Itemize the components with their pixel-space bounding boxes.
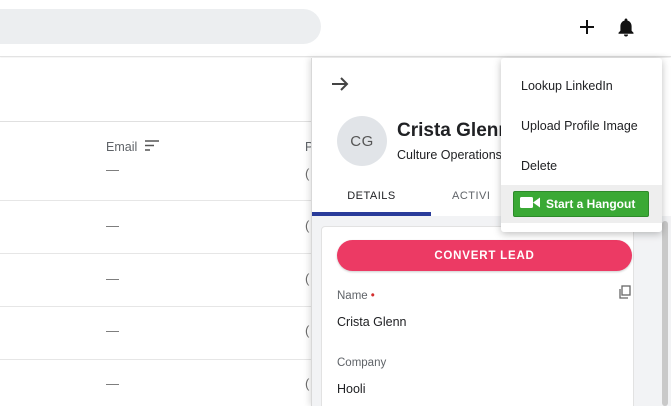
lead-name: Crista Glenn	[397, 120, 510, 141]
name-field-value[interactable]: Crista Glenn	[337, 315, 406, 329]
leads-list: Email P — ( — ( — ( — ( — (	[0, 58, 313, 406]
sort-icon[interactable]	[145, 140, 160, 154]
row-divider	[0, 200, 311, 201]
email-column-header[interactable]: Email	[106, 140, 160, 154]
table-row-email: —	[106, 323, 119, 338]
menu-item-hangout: Start a Hangout	[501, 185, 662, 223]
name-label-text: Name	[337, 290, 368, 302]
convert-lead-button[interactable]: CONVERT LEAD	[337, 240, 632, 271]
name-field-label: Name •	[337, 290, 375, 302]
table-row-phone: (	[305, 218, 310, 233]
details-body: CONVERT LEAD Name • Crista Glenn Company …	[312, 216, 671, 406]
company-field-value[interactable]: Hooli	[337, 382, 366, 396]
table-row-phone: (	[305, 271, 310, 286]
copy-icon[interactable]	[618, 285, 632, 299]
bell-icon[interactable]	[615, 16, 637, 38]
table-row-phone: (	[305, 376, 310, 391]
top-bar	[0, 0, 671, 57]
row-divider	[0, 253, 311, 254]
table-row-phone: (	[305, 323, 310, 338]
details-card: CONVERT LEAD Name • Crista Glenn Company …	[321, 226, 634, 406]
list-header-divider	[0, 121, 311, 122]
row-divider	[0, 306, 311, 307]
plus-icon[interactable]	[576, 16, 598, 38]
start-hangout-button[interactable]: Start a Hangout	[513, 191, 649, 217]
menu-item-upload-profile-image[interactable]: Upload Profile Image	[501, 106, 662, 146]
more-actions-menu: Lookup LinkedIn Upload Profile Image Del…	[501, 58, 662, 232]
hangout-label: Start a Hangout	[546, 197, 636, 211]
search-bar[interactable]	[0, 9, 321, 44]
company-field-label: Company	[337, 357, 387, 369]
row-divider	[0, 359, 311, 360]
table-row-email: —	[106, 271, 119, 286]
avatar: CG	[337, 116, 387, 166]
table-row-email: —	[106, 376, 119, 391]
required-marker: •	[370, 290, 375, 302]
arrow-right-icon[interactable]	[330, 74, 352, 96]
table-row-phone: (	[305, 166, 310, 181]
table-row-email: —	[106, 218, 119, 233]
lead-title: Culture Operations	[397, 148, 502, 162]
menu-item-lookup-linkedin[interactable]: Lookup LinkedIn	[501, 66, 662, 106]
panel-scrollbar[interactable]	[662, 221, 668, 406]
email-column-label: Email	[106, 140, 138, 154]
video-camera-icon	[520, 196, 540, 212]
tab-details[interactable]: DETAILS	[312, 176, 431, 216]
table-row-email: —	[106, 162, 119, 177]
menu-item-delete[interactable]: Delete	[501, 146, 662, 186]
